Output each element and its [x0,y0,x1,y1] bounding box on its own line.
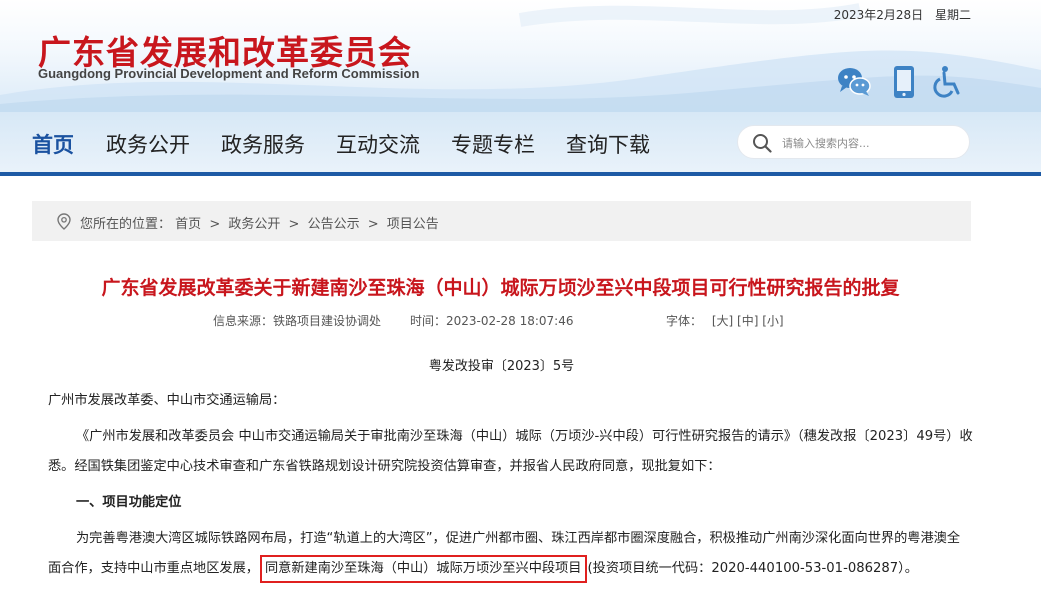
wechat-icon[interactable] [836,64,872,100]
addressee: 广州市发展改革委、中山市交通运输局： [48,393,286,408]
nav-item-government-affairs[interactable]: 政务公开 [106,129,190,159]
nav-item-query-download[interactable]: 查询下载 [566,129,650,159]
site-logo-en: Guangdong Provincial Development and Ref… [38,66,420,81]
breadcrumb-prefix: 您所在的位置： [80,217,172,232]
nav-item-special-topics[interactable]: 专题专栏 [451,129,535,159]
breadcrumb-project-announcements[interactable]: 项目公告 [387,217,439,232]
breadcrumb-separator: > [288,217,300,232]
paragraph-1-line-2: 悉。经国铁集团鉴定中心技术审查和广东省铁路规划设计研究院投资估算审查，并报省人民… [48,459,721,474]
breadcrumb-separator: > [209,217,221,232]
source-label: 信息来源： [213,314,274,328]
time-label: 时间： [410,314,447,328]
site-header: 2023年2月28日 星期二 广东省发展和改革委员会 Guangdong Pro… [0,0,1041,112]
font-size-small-button[interactable]: [小] [762,314,783,328]
main-nav: 首页 政务公开 政务服务 互动交流 专题专栏 查询下载 [0,112,1041,176]
breadcrumb-announcements[interactable]: 公告公示 [308,217,360,232]
breadcrumb-government-affairs[interactable]: 政务公开 [228,217,280,232]
article-time: 时间：2023-02-28 18:07:46 [410,312,573,329]
nav-item-interaction[interactable]: 互动交流 [336,129,420,159]
breadcrumb-home[interactable]: 首页 [175,217,201,232]
current-date: 2023年2月28日 星期二 [834,6,971,23]
article-source: 信息来源：铁路项目建设协调处 [213,312,381,329]
article-title: 广东省发展改革委关于新建南沙至珠海（中山）城际万顷沙至兴中段项目可行性研究报告的… [101,277,900,299]
time-value: 2023-02-28 18:07:46 [446,314,574,328]
weekday-text: 星期二 [934,8,971,22]
source-value: 铁路项目建设协调处 [273,314,382,328]
paragraph-2-text-b: (投资项目统一代码：2020-440100-53-01-086287）。 [587,561,918,576]
date-text: 2023年2月28日 [833,8,924,22]
paragraph-2-line-2: 面合作，支持中山市重点地区发展， 同意新建南沙至珠海（中山）城际万顷沙至兴中段项目… [48,555,918,583]
location-pin-icon [57,213,71,230]
accessibility-icon[interactable] [930,64,966,100]
font-size-large-button[interactable]: [大] [712,314,733,328]
section-1-heading: 一、项目功能定位 [76,495,182,510]
font-size-medium-button[interactable]: [中] [737,314,758,328]
search-box [737,125,970,159]
document-number: 粤发改投审〔2023〕5号 [428,359,575,374]
nav-item-government-services[interactable]: 政务服务 [221,129,305,159]
font-size-label: 字体： [666,314,703,328]
paragraph-1-line-1: 《广州市发展和改革委员会 中山市交通运输局关于审批南沙至珠海（中山）城际（万顷沙… [76,429,973,444]
paragraph-2-line-1: 为完善粤港澳大湾区城际铁路网布局，打造“轨道上的大湾区”，促进广州都市圈、珠江西… [76,531,961,546]
mobile-icon[interactable] [886,64,922,100]
breadcrumb-separator: > [367,217,379,232]
breadcrumb: 您所在的位置： 首页 > 政务公开 > 公告公示 > 项目公告 [32,201,971,241]
header-tools [836,64,966,100]
font-size-controls: 字体： [大] [中] [小] [666,312,784,329]
nav-item-home[interactable]: 首页 [32,129,74,159]
search-icon[interactable] [752,133,772,153]
paragraph-2-text-a: 面合作，支持中山市重点地区发展， [48,561,259,576]
highlighted-approval-text: 同意新建南沙至珠海（中山）城际万顷沙至兴中段项目 [260,555,587,583]
search-input[interactable] [782,132,957,154]
